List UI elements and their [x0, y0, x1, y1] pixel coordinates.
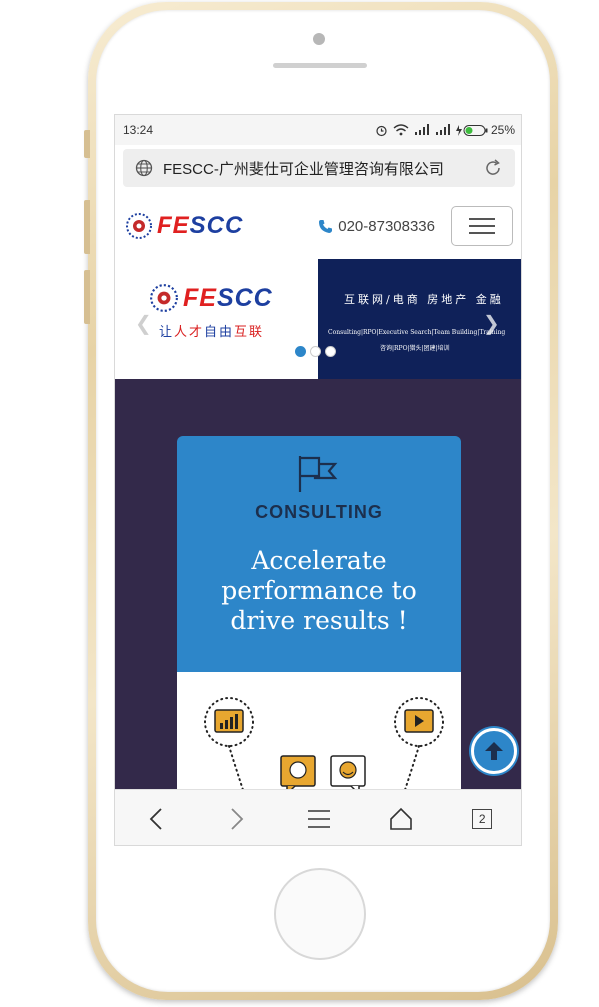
- battery-charging-icon: [455, 124, 488, 136]
- refresh-icon[interactable]: [483, 158, 503, 178]
- banner-services-cn: 咨询|RPO|猎头|团建|培训: [380, 345, 450, 352]
- scroll-to-top-button[interactable]: [471, 728, 517, 774]
- status-bar: 13:24 25%: [115, 115, 521, 145]
- carousel-prev-icon[interactable]: ❮: [135, 311, 152, 336]
- phone-number: 020-87308336: [338, 217, 435, 235]
- flag-icon: [298, 456, 338, 492]
- browser-nav-bar: 2: [115, 789, 521, 845]
- carousel-dot-2[interactable]: [310, 346, 321, 357]
- play-icon: [404, 709, 434, 733]
- phone-icon: [319, 219, 333, 233]
- forward-button[interactable]: [217, 799, 257, 839]
- volume-down-button: [84, 270, 90, 324]
- page-title: FESCC-广州斐仕可企业管理咨询有限公司: [163, 160, 444, 178]
- consulting-card[interactable]: CONSULTING Accelerate performance to dri…: [177, 436, 461, 672]
- signal-icon: [414, 124, 429, 135]
- browser-menu-button[interactable]: [299, 799, 339, 839]
- chevron-left-icon: [149, 807, 162, 830]
- volume-up-button: [84, 200, 90, 254]
- earpiece-speaker: [273, 63, 367, 68]
- wifi-icon: [393, 124, 409, 136]
- card-label: CONSULTING: [255, 502, 383, 522]
- arrow-up-icon: [485, 742, 503, 760]
- site-header: FESCC 020-87308336: [115, 193, 521, 259]
- hero-carousel[interactable]: FESCC 让人才自由互联 ❮ 互联网/电商 房地产 金融 Consulting…: [115, 259, 521, 379]
- tabs-button[interactable]: 2: [462, 799, 502, 839]
- logo-wordmark: FESCC: [157, 212, 244, 239]
- status-time: 13:24: [123, 123, 154, 137]
- battery-percent: 25%: [490, 123, 515, 137]
- front-camera: [313, 33, 325, 45]
- menu-lines-icon: [307, 809, 330, 828]
- banner-slogan: 让人才自由互联: [159, 325, 265, 340]
- back-button[interactable]: [136, 799, 176, 839]
- banner-services-en: Consulting|RPO|Executive Search|Team Bui…: [328, 329, 506, 336]
- carousel-indicators: [295, 346, 336, 357]
- address-bar[interactable]: FESCC-广州斐仕可企业管理咨询有限公司: [123, 149, 515, 187]
- tab-count: 2: [472, 808, 493, 829]
- mute-switch: [84, 130, 90, 158]
- carousel-dot-3[interactable]: [325, 346, 336, 357]
- hamburger-menu-icon: [469, 218, 495, 220]
- hamburger-menu-button[interactable]: [451, 206, 513, 246]
- banner-industries: 互联网/电商 房地产 金融: [344, 293, 504, 306]
- logo-emblem-icon: [126, 213, 152, 239]
- carousel-dot-1[interactable]: [295, 346, 306, 357]
- home-nav-button[interactable]: [381, 799, 421, 839]
- carousel-slide-right: 互联网/电商 房地产 金融 Consulting|RPO|Executive S…: [318, 259, 521, 379]
- phone-link[interactable]: 020-87308336: [318, 218, 435, 235]
- house-icon: [389, 807, 412, 830]
- banner-logo: FESCC: [149, 283, 273, 313]
- alarm-icon: [376, 125, 387, 136]
- screen: 13:24 25% FESCC-广州斐仕可企业管理咨询有限公司 FESCC 02…: [114, 114, 522, 846]
- banner-logo-emblem-icon: [150, 284, 178, 312]
- site-logo[interactable]: FESCC: [125, 212, 243, 240]
- carousel-next-icon[interactable]: ❯: [483, 311, 500, 336]
- home-button[interactable]: [274, 868, 366, 960]
- card-headline: Accelerate performance to drive results …: [221, 546, 417, 635]
- signal-2-icon: [435, 124, 450, 135]
- carousel-slide-left: FESCC 让人才自由互联 ❮: [115, 259, 318, 379]
- globe-icon: [135, 159, 153, 177]
- bar-chart-icon: [214, 709, 244, 733]
- main-content: CONSULTING Accelerate performance to dri…: [115, 379, 521, 812]
- chevron-right-icon: [231, 807, 244, 830]
